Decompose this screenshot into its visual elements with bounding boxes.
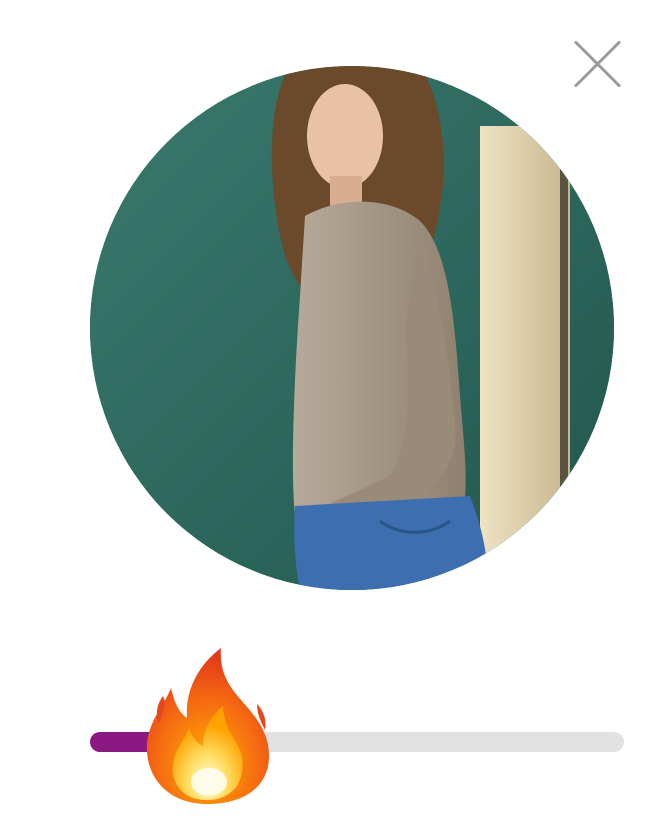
profile-photo-image: [90, 66, 614, 590]
fire-emoji-icon: [146, 648, 269, 804]
rating-slider[interactable]: [90, 648, 624, 804]
profile-photo: [90, 66, 614, 590]
close-button[interactable]: [572, 38, 624, 90]
slider-thumb[interactable]: [137, 644, 277, 808]
